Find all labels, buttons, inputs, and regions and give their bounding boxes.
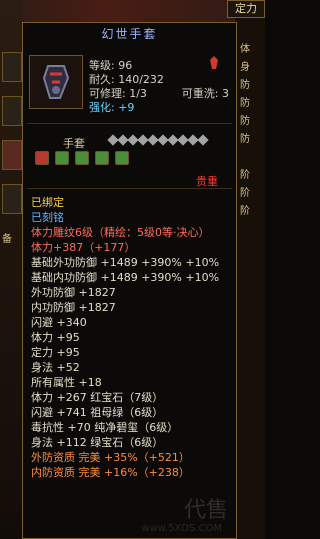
attribute-line: 体力+387（+177）: [31, 241, 136, 254]
top-banner: [0, 0, 265, 22]
green-gem-icon: [75, 151, 89, 165]
red-gem-icon: [35, 151, 49, 165]
green-gem-icon: [55, 151, 69, 165]
attribute-line: 外功防御 +1827: [31, 286, 116, 299]
left-slot[interactable]: [2, 140, 22, 170]
item-tooltip: 幻世手套 等级: 96 耐久: 140/232 可修理: 1/3 可重洗: 3 …: [22, 22, 237, 539]
right-label: 防: [240, 98, 250, 109]
attribute-line: 已刻铭: [31, 211, 64, 224]
watermark: 代售: [183, 498, 228, 523]
star-rating: [107, 134, 209, 146]
attribute-line: 基础外功防御 +1489 +390% +10%: [31, 256, 220, 269]
rarity-label: 贵重: [196, 175, 218, 188]
attribute-line: 闪避 +741 祖母绿（6级）: [31, 406, 164, 419]
item-stats: 等级: 96 耐久: 140/232 可修理: 1/3 可重洗: 3 强化: +…: [89, 59, 229, 115]
attribute-line: 内功防御 +1827: [31, 301, 116, 314]
right-label: 体: [240, 44, 250, 55]
attribute-line: 体力 +95: [31, 331, 80, 344]
item-reforge: 可重洗: 3: [181, 87, 229, 100]
attribute-line: 体力雕纹6级（精绘：5级0等·决心）: [31, 226, 210, 239]
left-slot[interactable]: [2, 184, 22, 214]
divider: [27, 188, 232, 189]
right-label: 防: [240, 80, 250, 91]
left-text-label: 备: [2, 234, 12, 245]
divider: [27, 123, 232, 124]
right-label: 阶: [240, 170, 250, 181]
top-right-button[interactable]: 定力: [227, 0, 265, 18]
item-level: 等级: 96: [89, 59, 133, 72]
right-label: 阶: [240, 206, 250, 217]
attribute-line: 已绑定: [31, 196, 64, 209]
left-slot[interactable]: [2, 96, 22, 126]
attribute-line: 体力 +267 红宝石（7级）: [31, 391, 164, 404]
item-title: 幻世手套: [101, 27, 158, 41]
attribute-line: 闪避 +340: [31, 316, 87, 329]
repair-row: 可修理: 1/3 可重洗: 3: [89, 87, 229, 101]
attribute-line: 身法 +112 绿宝石（6级）: [31, 436, 164, 449]
right-label: 防: [240, 116, 250, 127]
attribute-line: 定力 +95: [31, 346, 80, 359]
right-label: 防: [240, 134, 250, 145]
right-label: 身: [240, 62, 250, 73]
item-durability: 耐久: 140/232: [89, 73, 164, 86]
item-slot-label: 手套: [63, 137, 85, 150]
right-label: 阶: [240, 188, 250, 199]
attribute-line: 所有属性 +18: [31, 376, 102, 389]
attribute-line: 内防资质 完美 +16%（+238）: [31, 466, 190, 479]
star-icon: [197, 134, 209, 146]
attribute-list: 已绑定已刻铭体力雕纹6级（精绘：5级0等·决心） 体力+387（+177） 基础外功…: [31, 195, 231, 480]
item-enhance: 强化: +9: [89, 101, 135, 114]
attribute-line: 身法 +52: [31, 361, 80, 374]
item-repairable: 可修理: 1/3: [89, 87, 147, 100]
watermark-url: www.5XDS.COM: [141, 523, 222, 534]
gem-slots: [35, 151, 129, 165]
attribute-line: 毒抗性 +70 纯净碧玺（6级）: [31, 421, 179, 434]
gloves-icon: [29, 55, 83, 109]
left-slot[interactable]: [2, 52, 22, 82]
attribute-line: 基础内功防御 +1489 +390% +10%: [31, 271, 220, 284]
green-gem-icon: [95, 151, 109, 165]
green-gem-icon: [115, 151, 129, 165]
attribute-line: 外防资质 完美 +35%（+521）: [31, 451, 190, 464]
